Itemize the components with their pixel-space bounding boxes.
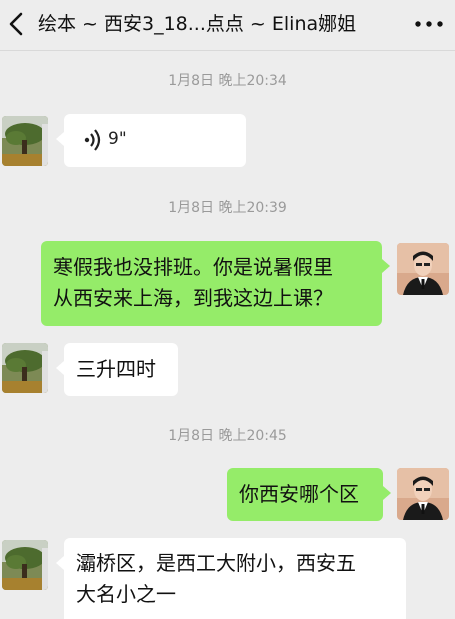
contact-avatar[interactable] — [2, 540, 48, 590]
received-message-bubble[interactable]: 灞桥区，是西工大附小，西安五 大名小之一 — [56, 538, 406, 619]
user-avatar[interactable] — [397, 243, 449, 295]
voice-duration: 9" — [108, 129, 127, 149]
contact-avatar[interactable] — [2, 116, 48, 166]
message-line: 你西安哪个区 — [239, 482, 359, 506]
message-line: 从西安来上海，到我这边上课？ — [53, 286, 333, 310]
chevron-left-icon[interactable] — [4, 9, 30, 39]
message-line: 寒假我也没排班。你是说暑假里 — [53, 255, 333, 279]
received-message-bubble[interactable]: 三升四时 — [56, 343, 178, 396]
message-line: 灞桥区，是西工大附小，西安五 — [76, 551, 356, 575]
voice-message-bubble[interactable]: 9" — [56, 114, 246, 167]
chat-title: 绘本 ~ 西安3_18...点点 ~ Elina娜姐 — [38, 13, 357, 35]
more-dots-icon[interactable] — [409, 11, 449, 37]
timestamp: 1月8日 晚上20:45 — [168, 428, 287, 444]
timestamp: 1月8日 晚上20:39 — [168, 200, 287, 216]
voice-wave-icon — [84, 129, 101, 151]
sent-message-bubble[interactable]: 寒假我也没排班。你是说暑假里 从西安来上海，到我这边上课？ — [41, 241, 390, 326]
sent-message-bubble[interactable]: 你西安哪个区 — [227, 468, 391, 521]
user-avatar[interactable] — [397, 468, 449, 520]
timestamp: 1月8日 晚上20:34 — [168, 73, 287, 89]
message-line: 大名小之一 — [76, 582, 176, 606]
message-line: 三升四时 — [76, 357, 156, 381]
contact-avatar[interactable] — [2, 343, 48, 393]
chat-header: 绘本 ~ 西安3_18...点点 ~ Elina娜姐 — [0, 0, 455, 51]
